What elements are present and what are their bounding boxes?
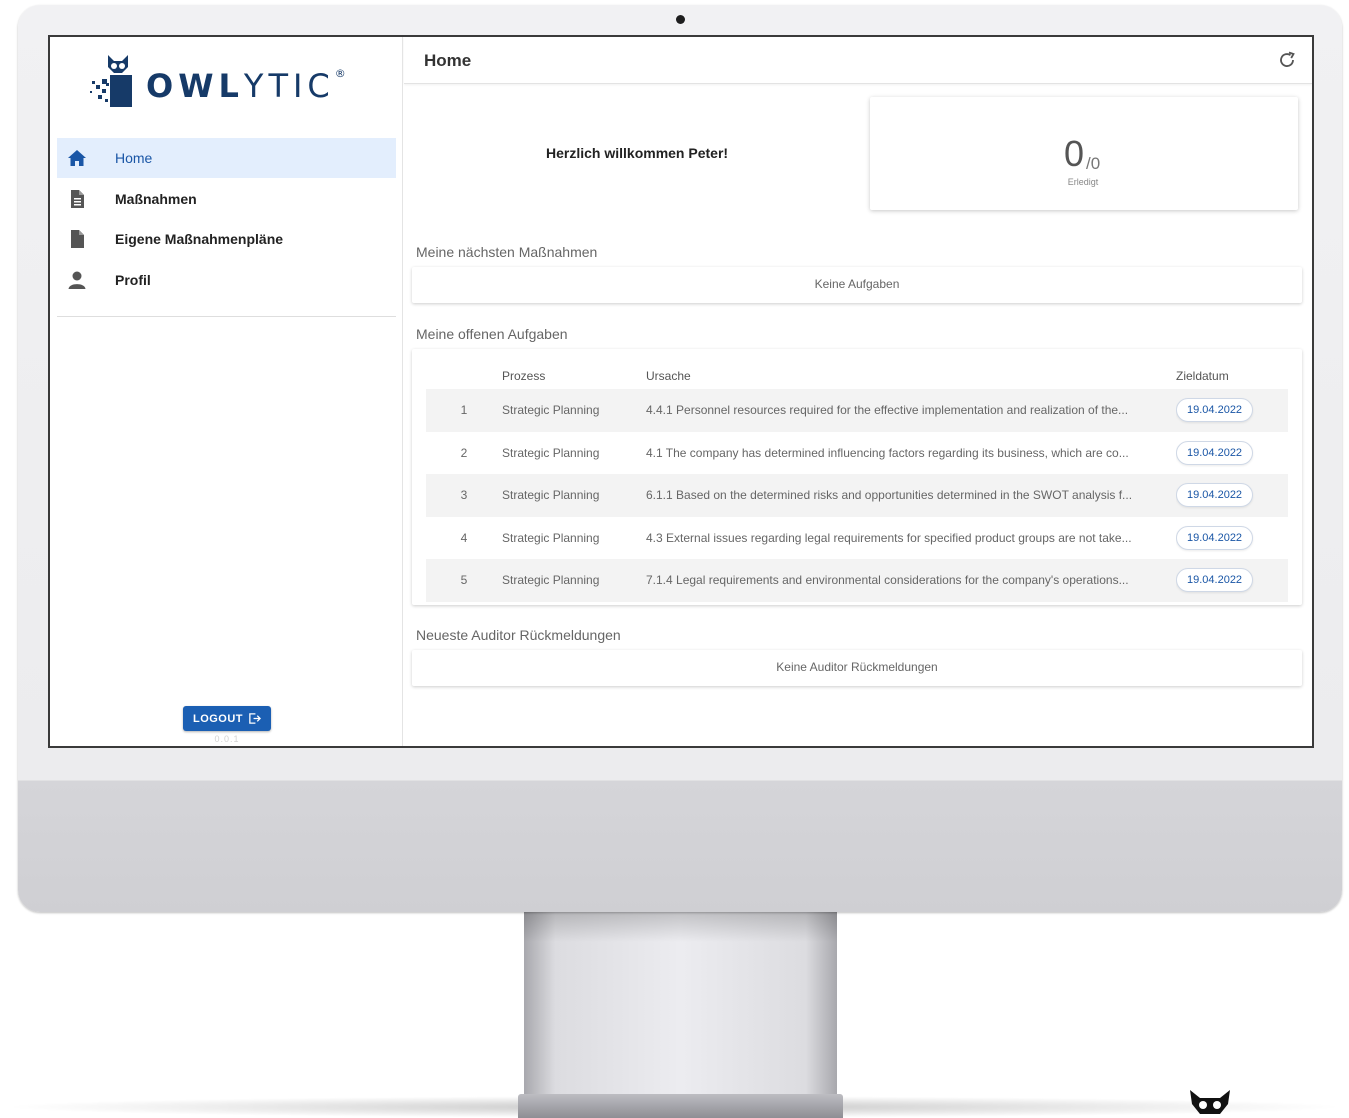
logout-label: LOGOUT	[192, 712, 244, 725]
page-title: Home	[424, 51, 472, 70]
welcome-message: Herzlich willkommen Peter!	[546, 145, 729, 161]
row-number: 3	[426, 474, 502, 517]
sidebar-nav: Home Maßnahmen Eigene Maßnahmenpläne Pro…	[57, 138, 396, 301]
document-icon	[71, 230, 84, 249]
camera-dot	[676, 15, 685, 24]
table-row[interactable]: 3 Strategic Planning 6.1.1 Based on the …	[426, 474, 1288, 517]
date-chip[interactable]: 19.04.2022	[1176, 483, 1254, 508]
sidebar-item-massnahmen[interactable]: Maßnahmen	[57, 179, 396, 219]
done-count: 0	[1064, 133, 1085, 174]
refresh-icon[interactable]	[1277, 50, 1297, 70]
column-header-num	[426, 363, 502, 389]
table-row[interactable]: 4 Strategic Planning 4.3 External issues…	[426, 517, 1288, 560]
column-header-cause[interactable]: Ursache	[646, 363, 1176, 389]
person-icon	[68, 271, 86, 290]
auditor-feedback-empty: Keine Auditor Rückmeldungen	[776, 660, 938, 674]
logout-button[interactable]: LOGOUT	[183, 706, 271, 731]
auditor-feedback-title: Neueste Auditor Rückmeldungen	[416, 627, 621, 643]
brand-name-light: YTIC	[243, 67, 335, 105]
sidebar-item-home[interactable]: Home	[57, 138, 396, 178]
open-tasks-card: Prozess Ursache Zieldatum 1 Strategic Pl…	[412, 349, 1302, 605]
row-date-cell: 19.04.2022	[1176, 517, 1288, 560]
row-number: 1	[426, 389, 502, 432]
total-count: /0	[1086, 154, 1101, 173]
monitor-stand-foot	[518, 1094, 843, 1118]
brand-wordmark: OWLYTIC®	[146, 67, 346, 105]
row-number: 5	[426, 559, 502, 602]
owl-logo-icon	[90, 55, 132, 107]
row-date-cell: 19.04.2022	[1176, 432, 1288, 475]
row-number: 4	[460, 530, 468, 545]
row-process: Strategic Planning	[502, 530, 600, 545]
sidebar-item-profil[interactable]: Profil	[57, 260, 396, 300]
row-process: Strategic Planning	[502, 559, 646, 602]
row-process: Strategic Planning	[502, 445, 600, 460]
app-version: 0.0.1	[214, 734, 240, 744]
row-date-cell: 19.04.2022	[1176, 474, 1288, 517]
row-cause: 4.1 The company has determined influenci…	[646, 445, 1129, 460]
row-process: Strategic Planning	[502, 389, 646, 432]
next-actions-title: Meine nächsten Maßnahmen	[416, 244, 598, 260]
row-cause: 7.1.4 Legal requirements and environment…	[646, 559, 1176, 602]
next-actions-card: Keine Aufgaben	[412, 267, 1302, 303]
owl-corner-logo-icon	[1190, 1090, 1230, 1114]
sidebar-item-label: Home	[115, 150, 153, 166]
row-cause: 4.4.1 Personnel resources required for t…	[646, 389, 1176, 432]
next-actions-empty: Keine Aufgaben	[814, 277, 900, 291]
marketing-mockup: OWLYTIC® Home Maßnahmen Eigene Maßnahmen…	[0, 0, 1349, 1118]
brand-name-bold: OWL	[146, 67, 244, 105]
row-date-cell: 19.04.2022	[1176, 389, 1288, 432]
document-icon	[71, 189, 84, 208]
auditor-feedback-card: Keine Auditor Rückmeldungen	[412, 650, 1302, 686]
sidebar-item-label: Eigene Maßnahmenpläne	[115, 231, 284, 248]
table-row[interactable]: 5 Strategic Planning 7.1.4 Legal require…	[426, 559, 1288, 602]
open-tasks-title: Meine offenen Aufgaben	[416, 326, 568, 342]
table-row[interactable]: 2 Strategic Planning 4.1 The company has…	[426, 432, 1288, 475]
sidebar: OWLYTIC® Home Maßnahmen Eigene Maßnahmen…	[50, 37, 403, 746]
date-chip[interactable]: 19.04.2022	[1176, 525, 1254, 550]
date-chip[interactable]: 19.04.2022	[1176, 440, 1254, 465]
row-date-cell: 19.04.2022	[1176, 559, 1288, 602]
column-header-date[interactable]: Zieldatum	[1176, 363, 1288, 389]
sidebar-divider	[57, 316, 396, 317]
main-content: Home Herzlich willkommen Peter! 0 /0 Erl…	[404, 37, 1312, 746]
row-process: Strategic Planning	[502, 474, 646, 517]
logout-icon	[249, 713, 262, 724]
home-icon	[68, 150, 86, 166]
date-chip[interactable]: 19.04.2022	[1176, 398, 1254, 423]
row-cause: 6.1.1 Based on the determined risks and …	[646, 474, 1176, 517]
app-screen: OWLYTIC® Home Maßnahmen Eigene Maßnahmen…	[48, 35, 1314, 748]
column-header-process[interactable]: Prozess	[502, 363, 646, 389]
registered-mark: ®	[334, 67, 346, 80]
sidebar-item-label: Profil	[115, 272, 151, 289]
row-number: 2	[460, 445, 468, 460]
top-bar: Home	[404, 37, 1312, 84]
table-header: Prozess Ursache Zieldatum	[426, 363, 1288, 389]
brand-logo[interactable]: OWLYTIC®	[88, 51, 346, 113]
monitor-stand-shade	[524, 912, 837, 942]
sidebar-item-label: Maßnahmen	[115, 190, 197, 207]
table-row[interactable]: 1 Strategic Planning 4.4.1 Personnel res…	[426, 389, 1288, 432]
sidebar-item-eigene-massnahmenplaene[interactable]: Eigene Maßnahmenpläne	[57, 219, 396, 259]
progress-card: 0 /0 Erledigt	[870, 97, 1298, 210]
date-chip[interactable]: 19.04.2022	[1176, 568, 1254, 593]
open-tasks-table: Prozess Ursache Zieldatum 1 Strategic Pl…	[426, 363, 1288, 602]
done-label: Erledigt	[1067, 177, 1099, 187]
row-cause: 4.3 External issues regarding legal requ…	[646, 530, 1132, 545]
